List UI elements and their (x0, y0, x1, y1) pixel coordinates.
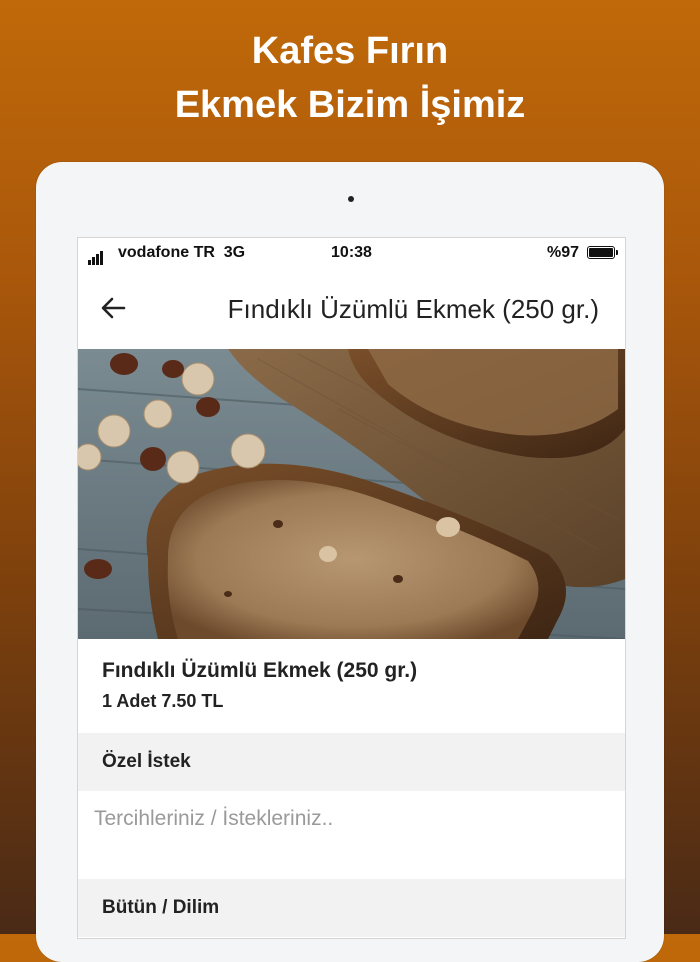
promo-headline: Kafes Fırın Ekmek Bizim İşimiz (0, 24, 700, 132)
navigation-bar: Fındıklı Üzümlü Ekmek (250 gr.) (78, 274, 625, 346)
battery-icon (587, 246, 618, 259)
clock: 10:38 (331, 244, 372, 261)
cut-option-header: Bütün / Dilim (78, 879, 625, 937)
product-price: 1 Adet 7.50 TL (102, 691, 224, 711)
back-arrow-icon[interactable] (98, 292, 130, 324)
battery-percent: %97 (546, 244, 579, 261)
special-request-input[interactable] (78, 791, 625, 877)
status-bar: vodafone TR 3G 10:38 %97 (78, 238, 625, 268)
product-image (78, 349, 625, 639)
cut-option-label: Bütün / Dilim (102, 897, 220, 918)
product-name: Fındıklı Üzümlü Ekmek (250 gr.) (102, 659, 418, 682)
headline-line-1: Kafes Fırın (251, 30, 449, 72)
app-screen: vodafone TR 3G 10:38 %97 Fındıklı Üzümlü… (77, 237, 626, 939)
special-request-label: Özel İstek (102, 751, 191, 772)
special-request-header: Özel İstek (78, 733, 625, 791)
page-title: Fındıklı Üzümlü Ekmek (250 gr.) (227, 294, 599, 324)
headline-line-2: Ekmek Bizim İşimiz (174, 84, 526, 126)
camera-dot (348, 196, 354, 202)
product-info: Fındıklı Üzümlü Ekmek (250 gr.) 1 Adet 7… (78, 639, 625, 733)
